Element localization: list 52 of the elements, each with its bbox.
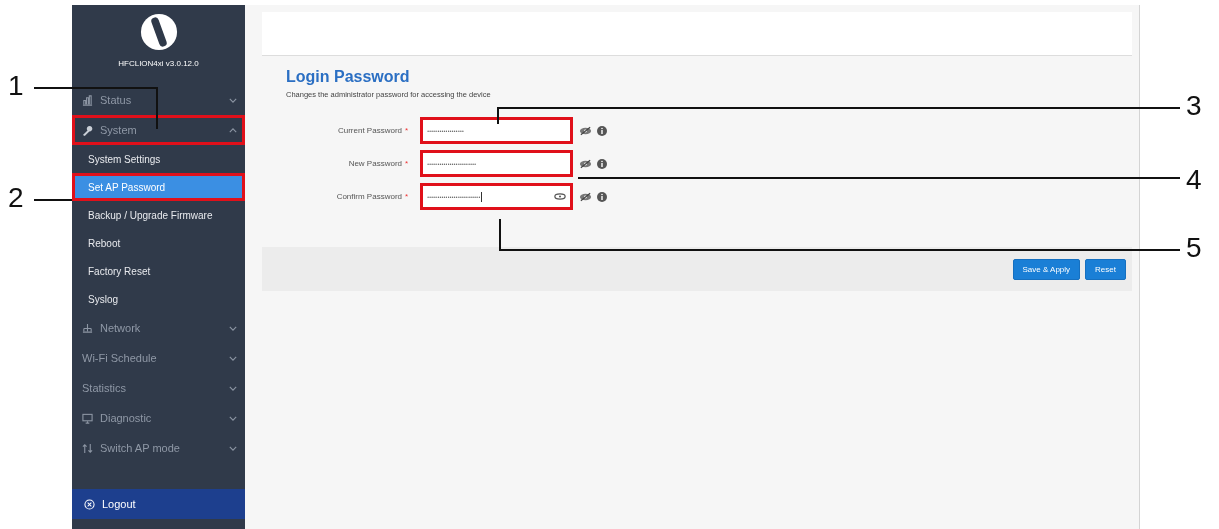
required-mark: * bbox=[405, 159, 409, 168]
logout-label: Logout bbox=[102, 498, 136, 510]
info-icon[interactable] bbox=[597, 125, 608, 136]
info-icon[interactable] bbox=[597, 191, 608, 202]
sidebar-item[interactable]: Diagnostic bbox=[72, 403, 245, 433]
callout-number: 2 bbox=[8, 184, 24, 212]
callout-number: 4 bbox=[1186, 166, 1202, 194]
chevron-down-icon bbox=[229, 415, 237, 421]
chevron-down-icon bbox=[229, 355, 237, 361]
logout-button[interactable]: Logout bbox=[72, 489, 245, 519]
sidebar-item[interactable]: Wi-Fi Schedule bbox=[72, 343, 245, 373]
chevron-down-icon bbox=[229, 97, 237, 103]
action-button[interactable]: Reset bbox=[1085, 258, 1126, 280]
sidebar-item[interactable]: Switch AP mode bbox=[72, 433, 245, 463]
callout-number: 5 bbox=[1186, 234, 1202, 262]
chart-icon bbox=[82, 94, 93, 106]
action-button[interactable]: Save & Apply bbox=[1012, 258, 1081, 280]
logo-icon bbox=[139, 13, 178, 51]
sidebar-item[interactable]: Status bbox=[72, 85, 245, 115]
firmware-version: HFCLION4xi v3.0.12.0 bbox=[118, 59, 199, 68]
sidebar-item[interactable]: Network bbox=[72, 313, 245, 343]
eye-slash-icon[interactable] bbox=[579, 158, 593, 169]
chevron-down-icon bbox=[229, 385, 237, 391]
sidebar-subitem[interactable]: System Settings bbox=[72, 145, 245, 173]
field-label: New Password bbox=[347, 159, 402, 168]
sidebar-subitem[interactable]: Reboot bbox=[72, 229, 245, 257]
callout-number: 3 bbox=[1186, 92, 1202, 120]
sidebar-subitem[interactable]: Backup / Upgrade Firmware bbox=[72, 201, 245, 229]
chevron-down-icon bbox=[229, 325, 237, 331]
network-icon bbox=[82, 322, 93, 334]
required-mark: * bbox=[405, 192, 409, 201]
field-label: Current Password bbox=[336, 126, 402, 135]
sidebar-item[interactable]: Statistics bbox=[72, 373, 245, 403]
sidebar-subitem[interactable]: Set AP Password bbox=[72, 173, 245, 201]
eye-slash-icon[interactable] bbox=[579, 125, 593, 136]
chevron-down-icon bbox=[229, 445, 237, 451]
wrench-icon bbox=[82, 124, 93, 136]
sidebar-subitem[interactable]: Syslog bbox=[72, 285, 245, 313]
callout-number: 1 bbox=[8, 72, 24, 100]
eye-icon[interactable] bbox=[554, 193, 567, 200]
leader-line bbox=[33, 199, 73, 201]
field-label: Confirm Password bbox=[335, 192, 402, 201]
sidebar-subitem[interactable]: Factory Reset bbox=[72, 257, 245, 285]
eye-slash-icon[interactable] bbox=[579, 191, 593, 202]
sidebar-item[interactable]: System bbox=[72, 115, 245, 145]
page-title: Login Password bbox=[286, 68, 411, 86]
swap-arrows-icon bbox=[82, 442, 93, 454]
info-icon[interactable] bbox=[597, 158, 608, 169]
close-circle-icon bbox=[84, 498, 95, 510]
chevron-up-icon bbox=[229, 127, 237, 133]
required-mark: * bbox=[405, 126, 409, 135]
monitor-icon bbox=[82, 412, 93, 424]
